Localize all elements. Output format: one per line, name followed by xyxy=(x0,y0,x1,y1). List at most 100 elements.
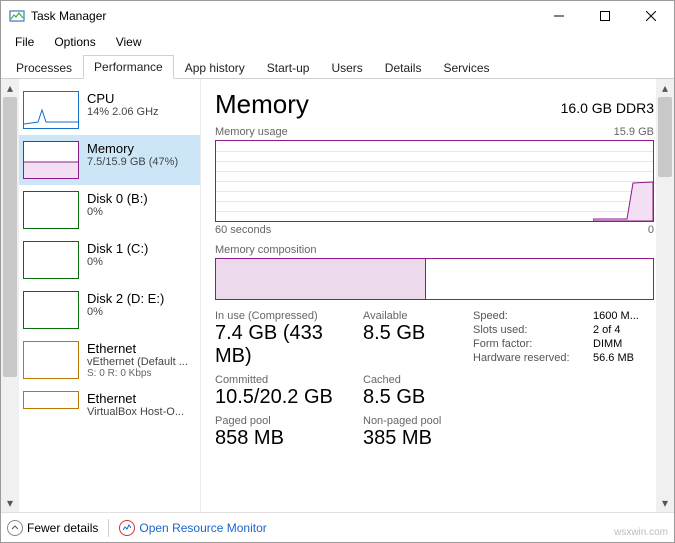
usage-area-icon xyxy=(593,139,653,221)
sidebar-item-disk2[interactable]: Disk 2 (D: E:) 0% xyxy=(19,285,200,335)
separator xyxy=(108,519,109,537)
titlebar: Task Manager xyxy=(1,1,674,31)
minimize-button[interactable] xyxy=(536,1,582,31)
stat-val: 1600 M... xyxy=(593,310,639,322)
tab-services[interactable]: Services xyxy=(432,56,500,79)
tab-performance[interactable]: Performance xyxy=(83,55,174,79)
stat-nonpaged: Non-paged pool 385 MB xyxy=(363,415,453,450)
close-button[interactable] xyxy=(628,1,674,31)
content-body: ▴ ▾ CPU 14% 2.06 GHz xyxy=(1,79,674,512)
stats-right: Speed: 1600 M... Slots used: 2 of 4 Form… xyxy=(473,310,639,450)
stat-slots: Slots used: 2 of 4 xyxy=(473,324,639,336)
usage-max: 15.9 GB xyxy=(614,126,654,138)
scroll-up-icon[interactable]: ▴ xyxy=(1,79,19,97)
sidebar-item-sub2: S: 0 R: 0 Kbps xyxy=(87,368,188,379)
sidebar-item-label: Disk 1 (C:) xyxy=(87,241,148,256)
stat-committed: Committed 10.5/20.2 GB xyxy=(215,374,363,409)
sidebar-item-label: CPU xyxy=(87,91,159,106)
stats-left: In use (Compressed) 7.4 GB (433 MB) Avai… xyxy=(215,310,453,450)
composition-label: Memory composition xyxy=(215,244,654,256)
tab-users[interactable]: Users xyxy=(320,56,373,79)
stat-value: 7.4 GB (433 MB) xyxy=(215,322,363,368)
menu-options[interactable]: Options xyxy=(44,33,105,51)
menu-view[interactable]: View xyxy=(106,33,152,51)
sidebar-item-disk0[interactable]: Disk 0 (B:) 0% xyxy=(19,185,200,235)
sidebar-item-ethernet-1[interactable]: Ethernet VirtualBox Host-O... xyxy=(19,385,200,424)
scroll-track[interactable] xyxy=(1,97,19,494)
stat-label: Paged pool xyxy=(215,415,363,427)
sidebar-item-cpu[interactable]: CPU 14% 2.06 GHz xyxy=(19,85,200,135)
disk-thumbnail xyxy=(23,241,79,279)
scroll-thumb[interactable] xyxy=(658,97,672,177)
maximize-button[interactable] xyxy=(582,1,628,31)
scroll-up-icon[interactable]: ▴ xyxy=(656,79,674,97)
chevron-up-icon[interactable] xyxy=(7,520,23,536)
memory-usage-chart xyxy=(215,140,654,222)
scroll-down-icon[interactable]: ▾ xyxy=(1,494,19,512)
detail-title: Memory xyxy=(215,89,309,120)
stat-paged: Paged pool 858 MB xyxy=(215,415,363,450)
scroll-down-icon[interactable]: ▾ xyxy=(656,494,674,512)
usage-label: Memory usage xyxy=(215,126,288,138)
chart-axis: 60 seconds 0 xyxy=(215,224,654,236)
sidebar-item-sub: 0% xyxy=(87,206,148,218)
stat-key: Form factor: xyxy=(473,338,593,350)
sidebar-item-memory[interactable]: Memory 7.5/15.9 GB (47%) xyxy=(19,135,200,185)
resource-monitor-icon xyxy=(119,520,135,536)
stat-value: 8.5 GB xyxy=(363,322,453,345)
fewer-details-button[interactable]: Fewer details xyxy=(27,521,98,535)
sidebar-item-label: Ethernet xyxy=(87,341,188,356)
sidebar-item-ethernet-0[interactable]: Ethernet vEthernet (Default ... S: 0 R: … xyxy=(19,335,200,385)
stats-block: In use (Compressed) 7.4 GB (433 MB) Avai… xyxy=(215,310,654,450)
app-icon xyxy=(9,8,25,24)
disk-thumbnail xyxy=(23,291,79,329)
sidebar-item-disk1[interactable]: Disk 1 (C:) 0% xyxy=(19,235,200,285)
footer: Fewer details Open Resource Monitor xyxy=(1,512,674,542)
watermark: wsxwin.com xyxy=(614,527,668,538)
sidebar-item-label: Disk 0 (B:) xyxy=(87,191,148,206)
stat-value: 385 MB xyxy=(363,427,453,450)
stat-val: 56.6 MB xyxy=(593,352,634,364)
sidebar-list: CPU 14% 2.06 GHz Memory 7.5/15.9 GB (47%… xyxy=(19,79,200,512)
scroll-thumb[interactable] xyxy=(3,97,17,377)
stat-speed: Speed: 1600 M... xyxy=(473,310,639,322)
tab-details[interactable]: Details xyxy=(374,56,433,79)
menu-file[interactable]: File xyxy=(5,33,44,51)
detail-pane: Memory 16.0 GB DDR3 Memory usage 15.9 GB xyxy=(201,79,674,512)
stat-label: In use (Compressed) xyxy=(215,310,363,322)
stat-val: DIMM xyxy=(593,338,622,350)
open-resource-monitor-link[interactable]: Open Resource Monitor xyxy=(139,521,266,535)
stat-label: Available xyxy=(363,310,453,322)
axis-right: 0 xyxy=(648,224,654,236)
memory-composition-chart xyxy=(215,258,654,300)
memory-thumbnail xyxy=(23,141,79,179)
stat-available: Available 8.5 GB xyxy=(363,310,453,368)
stat-value: 10.5/20.2 GB xyxy=(215,386,363,409)
installed-memory: 16.0 GB DDR3 xyxy=(561,100,654,116)
detail-headline: Memory 16.0 GB DDR3 xyxy=(215,89,654,120)
sidebar-item-sub: 0% xyxy=(87,306,164,318)
stat-form-factor: Form factor: DIMM xyxy=(473,338,639,350)
tab-app-history[interactable]: App history xyxy=(174,56,256,79)
sidebar-scrollbar[interactable]: ▴ ▾ xyxy=(1,79,19,512)
stat-label: Non-paged pool xyxy=(363,415,453,427)
sidebar-item-sub: 0% xyxy=(87,256,148,268)
sidebar-item-label: Ethernet xyxy=(87,391,184,406)
stat-val: 2 of 4 xyxy=(593,324,621,336)
stat-inuse: In use (Compressed) 7.4 GB (433 MB) xyxy=(215,310,363,368)
sidebar-item-sub: 14% 2.06 GHz xyxy=(87,106,159,118)
stat-value: 8.5 GB xyxy=(363,386,453,409)
detail-scrollbar[interactable]: ▴ ▾ xyxy=(656,79,674,512)
tab-startup[interactable]: Start-up xyxy=(256,56,321,79)
sidebar-item-sub: VirtualBox Host-O... xyxy=(87,406,184,418)
task-manager-window: Task Manager File Options View Processes… xyxy=(0,0,675,543)
scroll-track[interactable] xyxy=(656,97,674,494)
stat-label: Cached xyxy=(363,374,453,386)
tab-strip: Processes Performance App history Start-… xyxy=(1,53,674,79)
stat-value: 858 MB xyxy=(215,427,363,450)
tab-processes[interactable]: Processes xyxy=(5,56,83,79)
sidebar-item-label: Disk 2 (D: E:) xyxy=(87,291,164,306)
sidebar-item-sub: 7.5/15.9 GB (47%) xyxy=(87,156,178,168)
composition-inuse xyxy=(216,259,426,299)
axis-left: 60 seconds xyxy=(215,224,271,236)
